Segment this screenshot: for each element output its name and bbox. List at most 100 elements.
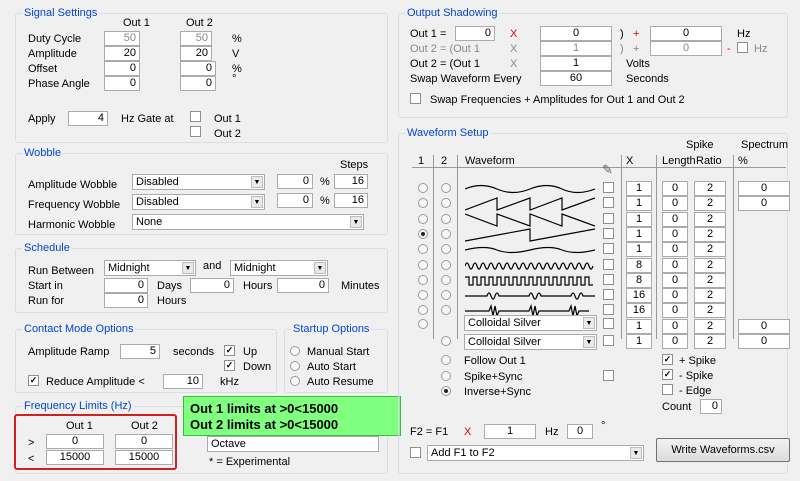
plus-spike-checkbox[interactable]: ✓: [662, 354, 673, 365]
reduce-amplitude-checkbox[interactable]: ✓: [28, 375, 39, 386]
min-out1-input[interactable]: 0: [46, 434, 104, 449]
wave-radio-out1[interactable]: [418, 229, 428, 239]
wave-radio-out2[interactable]: [441, 260, 451, 270]
wave-checkbox[interactable]: [603, 213, 614, 224]
colloidal2-checkbox[interactable]: [603, 335, 614, 346]
wave-radio-out1[interactable]: [418, 260, 428, 270]
run-from-select[interactable]: Midnight ▼: [104, 260, 196, 276]
apply-gate-input[interactable]: 4: [68, 111, 108, 126]
offset-out1[interactable]: 0: [104, 61, 140, 76]
spike-ratio-input[interactable]: 2: [694, 181, 726, 196]
wave-x-input[interactable]: 1: [626, 212, 652, 227]
wave-checkbox[interactable]: [603, 228, 614, 239]
phase-angle-out2[interactable]: 0: [180, 76, 216, 91]
offset-out2[interactable]: 0: [180, 61, 216, 76]
spike-ratio-input[interactable]: 2: [694, 212, 726, 227]
wave-radio-out2[interactable]: [441, 244, 451, 254]
octave-select[interactable]: Octave: [207, 436, 379, 452]
wave-checkbox[interactable]: [603, 182, 614, 193]
amplitude-out2[interactable]: 20: [180, 46, 212, 61]
spike-ratio-input[interactable]: 2: [694, 227, 726, 242]
spectrum-input[interactable]: 0: [738, 319, 790, 334]
wave-x-input[interactable]: 16: [626, 288, 652, 303]
amplitude-wobble-select[interactable]: Disabled ▼: [132, 174, 265, 190]
wave-x-input[interactable]: 1: [626, 227, 652, 242]
reduce-amplitude-input[interactable]: 10: [163, 374, 203, 389]
f2-mult-input[interactable]: 1: [484, 424, 536, 439]
wave-radio-out2[interactable]: [441, 275, 451, 285]
down-checkbox[interactable]: ✓: [224, 360, 235, 371]
follow-out1-radio[interactable]: [441, 355, 451, 365]
f2-phase-input[interactable]: 0: [567, 424, 593, 439]
manual-start-radio[interactable]: [290, 346, 300, 356]
out2-freq-mult-input[interactable]: 1: [540, 41, 612, 56]
edge-checkbox[interactable]: [662, 384, 673, 395]
spike-length-input[interactable]: 0: [662, 334, 688, 349]
start-hours-input[interactable]: 0: [190, 278, 234, 293]
gate-out2-checkbox[interactable]: [190, 126, 201, 137]
start-minutes-input[interactable]: 0: [277, 278, 329, 293]
spike-ratio-input[interactable]: 2: [694, 334, 726, 349]
out2-freq-add-input[interactable]: 0: [650, 41, 722, 56]
harmonic-wobble-select[interactable]: None ▼: [132, 214, 364, 230]
spike-ratio-input[interactable]: 2: [694, 273, 726, 288]
wave-x-input[interactable]: 8: [626, 258, 652, 273]
wave-checkbox[interactable]: [603, 289, 614, 300]
wave-x-input[interactable]: 1: [626, 319, 652, 334]
out2-hz-checkbox[interactable]: [737, 42, 748, 53]
wave-x-input[interactable]: 1: [626, 242, 652, 257]
wave-checkbox[interactable]: [603, 243, 614, 254]
wave-checkbox[interactable]: [603, 274, 614, 285]
frequency-wobble-steps[interactable]: 16: [334, 193, 368, 208]
amplitude-wobble-steps[interactable]: 16: [334, 174, 368, 189]
swap-freq-amp-checkbox[interactable]: [410, 93, 421, 104]
wave-radio-out2[interactable]: [441, 290, 451, 300]
out2-volts-input[interactable]: 1: [540, 56, 612, 71]
spike-ratio-input[interactable]: 2: [694, 319, 726, 334]
wave-radio-out1[interactable]: [418, 214, 428, 224]
spike-length-input[interactable]: 0: [662, 288, 688, 303]
spike-length-input[interactable]: 0: [662, 303, 688, 318]
spike-ratio-input[interactable]: 2: [694, 196, 726, 211]
phase-angle-out1[interactable]: 0: [104, 76, 140, 91]
frequency-wobble-input[interactable]: 0: [277, 193, 313, 208]
wave-radio-out2[interactable]: [441, 183, 451, 193]
up-checkbox[interactable]: ✓: [224, 345, 235, 356]
spike-length-input[interactable]: 0: [662, 319, 688, 334]
add-f1-select[interactable]: Add F1 to F2 ▼: [427, 445, 644, 461]
frequency-wobble-select[interactable]: Disabled ▼: [132, 194, 265, 210]
colloidal1-radio-out1[interactable]: [418, 319, 428, 329]
spike-length-input[interactable]: 0: [662, 212, 688, 227]
start-days-input[interactable]: 0: [104, 278, 148, 293]
write-waveforms-button[interactable]: Write Waveforms.csv: [656, 438, 790, 462]
add-f1-checkbox[interactable]: [410, 447, 421, 458]
spike-ratio-input[interactable]: 2: [694, 242, 726, 257]
spike-length-input[interactable]: 0: [662, 227, 688, 242]
spike-ratio-input[interactable]: 2: [694, 303, 726, 318]
out1-mult-input[interactable]: 0: [540, 26, 612, 41]
max-out2-input[interactable]: 15000: [115, 450, 173, 465]
colloidal2-radio-out2[interactable]: [441, 336, 451, 346]
count-input[interactable]: 0: [700, 399, 722, 414]
run-for-input[interactable]: 0: [104, 293, 148, 308]
brush-icon[interactable]: ✎: [602, 162, 616, 178]
spike-length-input[interactable]: 0: [662, 181, 688, 196]
spike-sync-radio[interactable]: [441, 371, 451, 381]
spike-ratio-input[interactable]: 2: [694, 258, 726, 273]
auto-start-radio[interactable]: [290, 361, 300, 371]
wave-x-input[interactable]: 1: [626, 334, 652, 349]
wave-checkbox[interactable]: [603, 197, 614, 208]
auto-resume-radio[interactable]: [290, 376, 300, 386]
out1-add-input[interactable]: 0: [650, 26, 722, 41]
wave-checkbox[interactable]: [603, 259, 614, 270]
wave-radio-out1[interactable]: [418, 183, 428, 193]
colloidal1-checkbox[interactable]: [603, 318, 614, 329]
amplitude-out1[interactable]: 20: [104, 46, 140, 61]
minus-spike-checkbox[interactable]: ✓: [662, 369, 673, 380]
wave-radio-out1[interactable]: [418, 244, 428, 254]
run-to-select[interactable]: Midnight ▼: [230, 260, 328, 276]
spike-length-input[interactable]: 0: [662, 273, 688, 288]
spike-length-input[interactable]: 0: [662, 242, 688, 257]
wave-radio-out1[interactable]: [418, 305, 428, 315]
amplitude-ramp-input[interactable]: 5: [120, 344, 160, 359]
